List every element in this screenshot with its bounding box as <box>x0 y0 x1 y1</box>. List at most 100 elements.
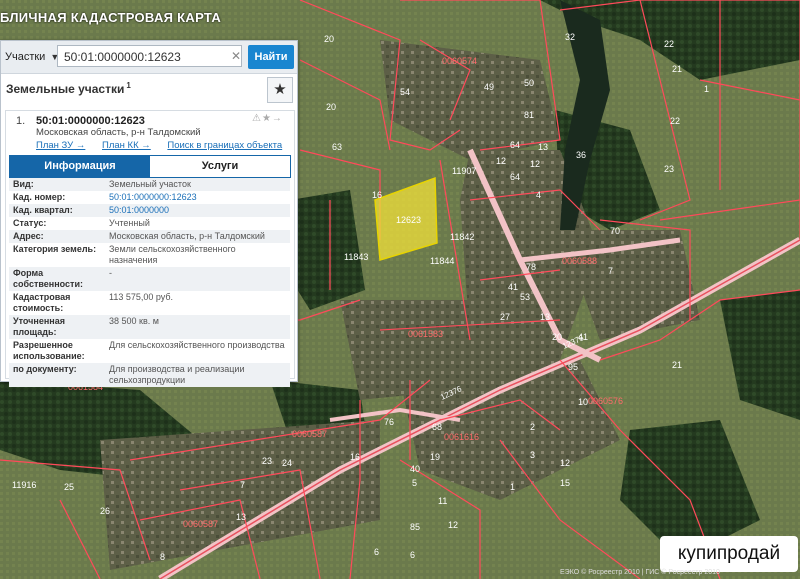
parcel-label: 21 <box>672 360 682 370</box>
attribute-row: Кад. квартал: 50:01:0000000 <box>9 204 290 217</box>
quarter-label: 0060588 <box>562 256 597 266</box>
attribute-key: Кад. номер: <box>13 192 66 202</box>
parcel-label: 50 <box>524 78 534 88</box>
result-action-icons[interactable]: ⚠★→ <box>252 113 283 124</box>
parcel-label: 20 <box>552 332 562 342</box>
parcel-label: 26 <box>100 506 110 516</box>
map-attribution: ЕЭКО © Росреестр 2010 | ГИС © Росреестр … <box>560 569 720 576</box>
attribute-row: Кадастровая стоимость: 113 575,00 руб. <box>9 291 290 315</box>
plan-kk-link[interactable]: План КК → <box>102 140 151 151</box>
parcel-label: 13 <box>540 312 550 322</box>
parcel-label: 68 <box>432 422 442 432</box>
parcel-label: 78 <box>526 262 536 272</box>
attribute-row: Вид: Земельный участок <box>9 178 290 191</box>
attribute-value: Учтенный <box>109 218 150 228</box>
parcel-label: 16 <box>350 452 360 462</box>
clear-icon[interactable]: ✕ <box>231 49 241 63</box>
parcel-label: 2 <box>530 422 535 432</box>
quarter-label: 0060576 <box>588 396 623 406</box>
parcel-label: 63 <box>332 142 342 152</box>
quarter-label: 0060574 <box>442 56 477 66</box>
attribute-value[interactable]: 50:01:0000000:12623 <box>105 191 290 204</box>
parcel-label: 20 <box>324 34 334 44</box>
parcel-label: 27 <box>500 312 510 322</box>
parcel-label: 49 <box>484 82 494 92</box>
parcel-label: 76 <box>384 417 394 427</box>
parcel-label: 11842 <box>450 232 474 242</box>
result-card: 1. 50:01:0000000:12623 Московская област… <box>5 110 295 387</box>
attribute-key: Категория земель: <box>13 244 97 254</box>
result-index: 1. <box>16 115 26 127</box>
attribute-value: Земельный участок <box>109 179 191 189</box>
parcel-label: 11916 <box>12 480 36 490</box>
parcel-label: 12 <box>496 156 506 166</box>
result-count: 1 <box>126 81 131 90</box>
plan-zu-link[interactable]: План ЗУ → <box>36 140 85 151</box>
parcel-label: 32 <box>565 32 575 42</box>
attribute-value: - <box>109 268 112 278</box>
parcel-label: 24 <box>282 458 292 468</box>
app-title: БЛИЧНАЯ КАДАСТРОВАЯ КАРТА <box>0 10 222 25</box>
attribute-key: Адрес: <box>13 231 44 241</box>
parcel-label: 85 <box>410 522 420 532</box>
attribute-row: Статус: Учтенный <box>9 217 290 230</box>
parcel-label: 64 <box>510 140 520 150</box>
search-bar: Участки ▼ 50:01:0000000:12623 ✕ Найти <box>1 41 297 74</box>
attributes-table: Вид: Земельный участок Кад. номер: 50:01:00… <box>9 178 290 387</box>
parcel-label: 11843 <box>344 252 368 262</box>
parcel-label: 11 <box>438 496 447 506</box>
parcel-label: 95 <box>568 362 578 372</box>
attribute-value: Для производства и реализации сельхозпро… <box>109 364 245 385</box>
parcel-label: 54 <box>400 87 410 97</box>
attribute-value: Для сельскохозяйственного производства <box>109 340 285 350</box>
attribute-row: по документу: Для производства и реализац… <box>9 363 290 387</box>
parcel-label: 12 <box>448 520 458 530</box>
search-input[interactable]: 50:01:0000000:12623 <box>57 45 242 67</box>
parcel-label: 21 <box>672 64 682 74</box>
attribute-value[interactable]: 50:01:0000000 <box>105 204 290 217</box>
parcel-label: 11907 <box>452 166 476 176</box>
parcel-label: 3 <box>530 450 535 460</box>
parcel-label: 22 <box>664 39 674 49</box>
parcel-label: 7 <box>608 266 613 276</box>
attribute-row: Форма собственности: - <box>9 267 290 291</box>
attribute-key: Кад. квартал: <box>13 205 73 215</box>
attribute-row: Адрес: Московская область, р-н Талдомский <box>9 230 290 243</box>
parcel-label: 12 <box>530 159 540 169</box>
parcel-label: 81 <box>524 110 534 120</box>
parcel-label: 20 <box>326 102 336 112</box>
result-address: Московская область, р-н Талдомский <box>36 127 201 138</box>
attribute-key: Кадастровая стоимость: <box>13 292 71 313</box>
parcel-label: 1 <box>510 482 515 492</box>
parcel-label: 53 <box>520 292 530 302</box>
attribute-row: Уточненная площадь: 38 500 кв. м <box>9 315 290 339</box>
parcel-label: 70 <box>610 226 620 236</box>
parcel-label: 41 <box>508 282 518 292</box>
attribute-value: Московская область, р-н Талдомский <box>109 231 265 241</box>
parcel-label: 15 <box>560 478 570 488</box>
parcel-label: 13 <box>236 512 246 522</box>
result-cadastral-number[interactable]: 50:01:0000000:12623 <box>36 115 145 127</box>
parcel-label: 7 <box>240 480 245 490</box>
parcel-label: 40 <box>410 464 420 474</box>
parcel-label: 64 <box>510 172 520 182</box>
parcel-label: 8 <box>160 552 165 562</box>
find-button[interactable]: Найти <box>248 45 294 69</box>
parcel-label: 25 <box>64 482 74 492</box>
attribute-row: Кад. номер: 50:01:0000000:12623 <box>9 191 290 204</box>
attribute-key: Форма собственности: <box>13 268 83 289</box>
parcel-label: 16 <box>372 190 382 200</box>
search-type-select[interactable]: Участки ▼ <box>5 46 59 68</box>
favorite-star-icon[interactable]: ★ <box>267 77 293 103</box>
tab-services[interactable]: Услуги <box>150 156 290 177</box>
attribute-key: по документу: <box>13 364 77 374</box>
tab-info[interactable]: Информация <box>10 156 150 177</box>
attribute-value: 113 575,00 руб. <box>109 292 174 302</box>
parcel-label: 11844 <box>430 256 454 266</box>
parcel-label: 19 <box>430 452 440 462</box>
result-tabs: Информация Услуги <box>9 155 291 178</box>
section-title-text: Земельные участки <box>6 82 125 96</box>
attribute-value: Земли сельскохозяйственного назначения <box>109 244 236 265</box>
section-title: Земельные участки 1 <box>6 81 131 96</box>
parcel-label: 23 <box>262 456 272 466</box>
